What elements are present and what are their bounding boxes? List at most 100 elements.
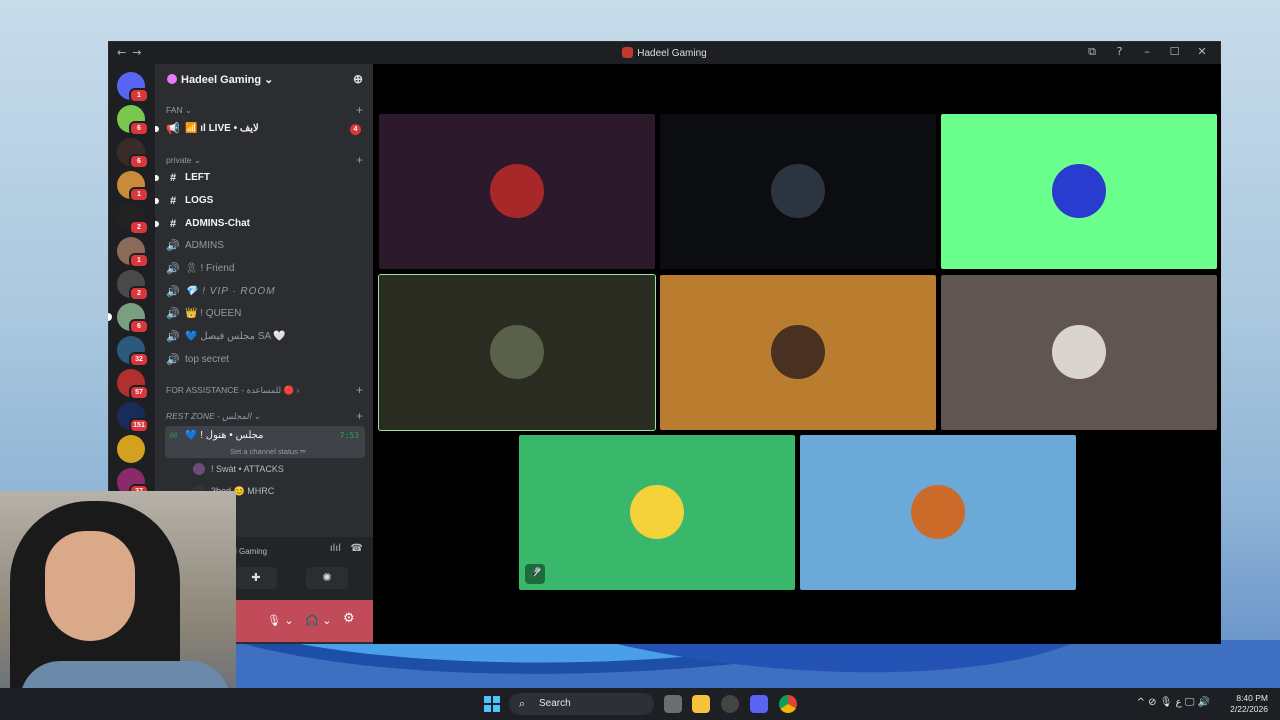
signal-icon[interactable]: ılıl xyxy=(330,543,341,554)
server-icon[interactable]: 1 xyxy=(117,171,149,202)
settings-gear-icon[interactable]: ⚙ xyxy=(343,611,355,626)
channel-friend[interactable]: 🔊 🎗 ! Friend xyxy=(165,259,365,279)
channel-majlis-faisal-label: 💙 مجلس فيصل SA 🤍 xyxy=(185,331,286,342)
participant-tile[interactable] xyxy=(941,275,1217,430)
inbox-icon[interactable]: ⧉ xyxy=(1080,45,1104,59)
discord-taskbar-icon[interactable] xyxy=(750,695,768,713)
notification-badge: 6 xyxy=(129,121,149,136)
participant-avatar xyxy=(1052,325,1106,379)
notification-badge: 151 xyxy=(129,418,149,433)
taskbar-search[interactable]: ⌕ Search xyxy=(509,693,654,715)
voice-server-name[interactable]: l Gaming xyxy=(235,547,267,556)
channel-queen-label: 👑 ! QUEEN xyxy=(185,308,242,319)
add-channel-icon[interactable]: + xyxy=(356,103,363,117)
headphones-icon[interactable]: 🎧 ⌄ xyxy=(305,614,331,627)
server-icon[interactable]: 57 xyxy=(117,369,149,400)
channel-queen[interactable]: 🔊 👑 ! QUEEN xyxy=(165,304,365,324)
channel-vip-label: 💎 ! VIP · ROOM xyxy=(185,286,276,297)
server-icon[interactable]: 6 xyxy=(108,303,149,334)
voice-channel-icon: 🔊 xyxy=(166,263,180,275)
minimize-button[interactable]: – xyxy=(1135,45,1159,58)
notification-badge: 1 xyxy=(129,88,149,103)
mention-badge: 4 xyxy=(350,124,361,135)
channel-top-secret[interactable]: 🔊 top secret xyxy=(165,350,365,370)
category-assistance-label[interactable]: FOR ASSISTANCE - للمساعدة 🔴 › xyxy=(166,385,299,395)
category-assistance[interactable]: FOR ASSISTANCE - للمساعدة 🔴 › + xyxy=(166,383,363,397)
task-view-icon[interactable] xyxy=(664,695,682,713)
chrome-icon[interactable] xyxy=(779,695,797,713)
category-fan-label[interactable]: FAN ⌄ xyxy=(166,105,192,115)
channel-admins-chat-label: ADMINS-Chat xyxy=(185,218,250,229)
system-tray[interactable]: ^ ⊘ 🎙 ع 🖵 🔊 xyxy=(1137,697,1210,708)
close-button[interactable]: ✕ xyxy=(1190,45,1214,58)
channel-vip-room[interactable]: 🔊 💎 ! VIP · ROOM xyxy=(165,282,365,302)
muted-mic-icon: 🎤̸ xyxy=(525,564,545,584)
windows-taskbar: ⌕ Search ^ ⊘ 🎙 ع 🖵 🔊 8:40 PM 2/22/2026 xyxy=(0,688,1280,720)
disconnect-icon[interactable]: ☎ xyxy=(351,543,363,554)
maximize-button[interactable]: ☐ xyxy=(1163,45,1187,58)
server-icon[interactable]: 6 xyxy=(117,138,149,169)
microphone-icon[interactable]: 🎙 ⌄ xyxy=(267,614,294,627)
channel-logs[interactable]: # LOGS xyxy=(155,191,365,211)
voice-channel-icon: 🔊 xyxy=(166,286,181,298)
notification-badge: 2 xyxy=(129,220,149,235)
voice-member[interactable]: ! Swàt • ATTACKS xyxy=(193,463,284,475)
activities-button[interactable]: ✚ xyxy=(235,567,277,589)
category-fan[interactable]: FAN ⌄ + xyxy=(166,103,363,117)
start-button[interactable] xyxy=(484,696,500,712)
voice-activity-icon: ılıl xyxy=(169,431,177,440)
clock-time: 8:40 PM xyxy=(1236,693,1268,703)
server-icon[interactable]: 32 xyxy=(117,336,149,367)
channel-admins[interactable]: 🔊 ADMINS xyxy=(165,236,365,256)
file-explorer-icon[interactable] xyxy=(692,695,710,713)
participant-tile[interactable] xyxy=(660,114,936,269)
app-icon[interactable] xyxy=(721,695,739,713)
channel-admins-chat[interactable]: # ADMINS-Chat xyxy=(155,214,365,234)
participant-tile[interactable] xyxy=(378,274,656,431)
discord-home-icon[interactable]: 1 xyxy=(117,72,149,103)
notification-badge: 2 xyxy=(129,286,149,301)
participant-avatar xyxy=(490,325,544,379)
voice-channel-icon: 🔊 xyxy=(166,240,180,252)
participant-tile[interactable] xyxy=(379,114,655,269)
server-icon[interactable]: 151 xyxy=(117,402,149,433)
channel-logs-label: LOGS xyxy=(185,195,214,206)
channel-live[interactable]: 📢 📶 ıl LIVE • لايف 4 xyxy=(155,119,365,139)
help-icon[interactable]: ? xyxy=(1108,45,1132,58)
add-channel-icon[interactable]: + xyxy=(356,409,363,423)
voice-duration: 7:53 xyxy=(339,431,359,440)
server-icon[interactable]: 6 xyxy=(117,105,149,136)
add-channel-icon[interactable]: + xyxy=(356,153,363,167)
search-icon: ⌕ xyxy=(519,698,526,710)
participant-tile[interactable] xyxy=(800,435,1076,590)
participant-avatar xyxy=(630,485,684,539)
participant-avatar xyxy=(911,485,965,539)
notification-badge: 1 xyxy=(129,187,149,202)
category-private[interactable]: private ⌄ + xyxy=(166,153,363,167)
participant-tile[interactable]: 🎤̸ xyxy=(519,435,795,590)
server-icon[interactable]: 1 xyxy=(117,237,149,268)
guild-header[interactable]: Hadeel Gaming ⌄ ⊕ xyxy=(155,64,373,98)
participant-tile[interactable] xyxy=(660,275,936,430)
channel-majlis-faisal[interactable]: 🔊 💙 مجلس فيصل SA 🤍 xyxy=(165,327,365,347)
server-icon[interactable] xyxy=(117,435,145,463)
person-add-icon[interactable]: ⊕ xyxy=(353,72,363,86)
participant-tile[interactable] xyxy=(941,114,1217,269)
set-channel-status[interactable]: Set a channel status ✏ xyxy=(230,447,306,456)
discord-window: ←→ Hadeel Gaming ⧉ ? – ☐ ✕ 1 6 6 1 2 1 2 6 32 57 1… xyxy=(108,41,1221,644)
guild-name[interactable]: Hadeel Gaming ⌄ xyxy=(181,74,273,86)
window-title-text: Hadeel Gaming xyxy=(637,48,707,59)
server-icon[interactable]: 2 xyxy=(117,204,149,235)
soundboard-button[interactable]: ✺ xyxy=(306,567,348,589)
add-channel-icon[interactable]: + xyxy=(356,383,363,397)
server-icon[interactable]: 2 xyxy=(117,270,149,301)
taskbar-clock[interactable]: 8:40 PM 2/22/2026 xyxy=(1230,693,1268,715)
voice-channel-icon: 🔊 xyxy=(166,308,180,320)
channel-left[interactable]: # LEFT xyxy=(155,168,365,188)
category-rest-zone[interactable]: REST ZONE - المجلس ⌄ + xyxy=(166,409,363,423)
category-rest-label[interactable]: REST ZONE - المجلس ⌄ xyxy=(166,411,261,421)
category-private-label[interactable]: private ⌄ xyxy=(166,155,201,165)
text-channel-icon: # xyxy=(169,218,177,230)
voice-channel-icon: 🔊 xyxy=(166,354,180,366)
participant-avatar xyxy=(490,164,544,218)
